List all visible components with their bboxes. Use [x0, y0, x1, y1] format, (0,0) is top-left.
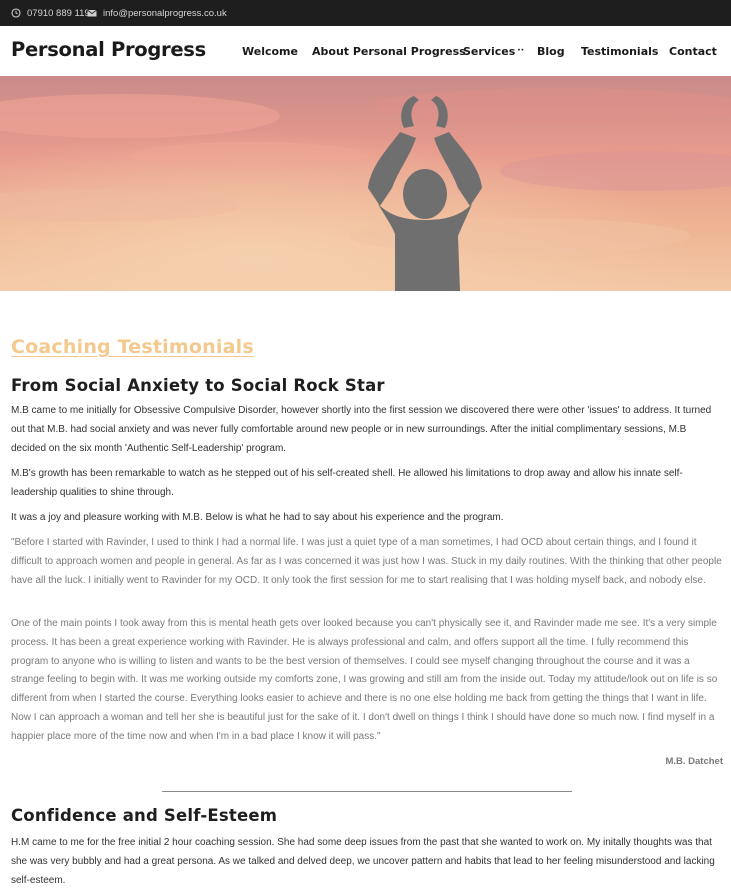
testimonial-paragraph: It was a joy and pleasure working with M…: [11, 512, 504, 523]
section-divider: [162, 791, 572, 792]
testimonial-paragraph: M.B came to me initially for Obsessive C…: [11, 405, 712, 454]
testimonial-quote: "Before I started with Ravinder, I used …: [11, 537, 722, 586]
hero-banner-image: [0, 76, 731, 291]
dropdown-indicator-icon: ··: [517, 46, 525, 56]
nav-label[interactable]: Blog: [537, 45, 565, 58]
nav-label[interactable]: Contact: [669, 45, 717, 58]
nav-item-welcome[interactable]: Welcome: [242, 26, 298, 76]
testimonial-paragraph: H.M came to me for the free initial 2 ho…: [11, 837, 715, 886]
nav-label[interactable]: About Personal Progress: [312, 45, 466, 58]
testimonial-signature: M.B. Datchet: [665, 756, 723, 767]
testimonial-quote: One of the main points I took away from …: [11, 618, 718, 742]
email-contact[interactable]: info@personalprogress.co.uk: [87, 0, 227, 26]
site-header: Personal Progress Welcome About Personal…: [0, 26, 731, 76]
nav-item-services[interactable]: Services ··: [463, 26, 524, 76]
clock-icon: [11, 8, 21, 18]
nav-item-contact[interactable]: Contact: [669, 26, 717, 76]
testimonial-paragraph: M.B's growth has been remarkable to watc…: [11, 468, 683, 498]
nav-item-about[interactable]: About Personal Progress: [312, 26, 466, 76]
envelope-icon: [87, 9, 97, 17]
hero-silhouette-image: [0, 76, 731, 291]
page-title[interactable]: Coaching Testimonials: [11, 336, 254, 358]
testimonial-heading: Confidence and Self-Esteem: [11, 806, 278, 825]
site-logo[interactable]: Personal Progress: [11, 38, 206, 61]
testimonial-heading: From Social Anxiety to Social Rock Star: [11, 376, 385, 395]
nav-label[interactable]: Testimonials: [581, 45, 658, 58]
nav-item-testimonials[interactable]: Testimonials: [581, 26, 658, 76]
phone-contact[interactable]: 07910 889 119: [11, 0, 90, 26]
email-address[interactable]: info@personalprogress.co.uk: [103, 8, 227, 19]
nav-item-blog[interactable]: Blog: [537, 26, 565, 76]
top-contact-bar: 07910 889 119 info@personalprogress.co.u…: [0, 0, 731, 26]
nav-label[interactable]: Services: [463, 45, 515, 58]
nav-label[interactable]: Welcome: [242, 45, 298, 58]
phone-number[interactable]: 07910 889 119: [27, 8, 90, 19]
